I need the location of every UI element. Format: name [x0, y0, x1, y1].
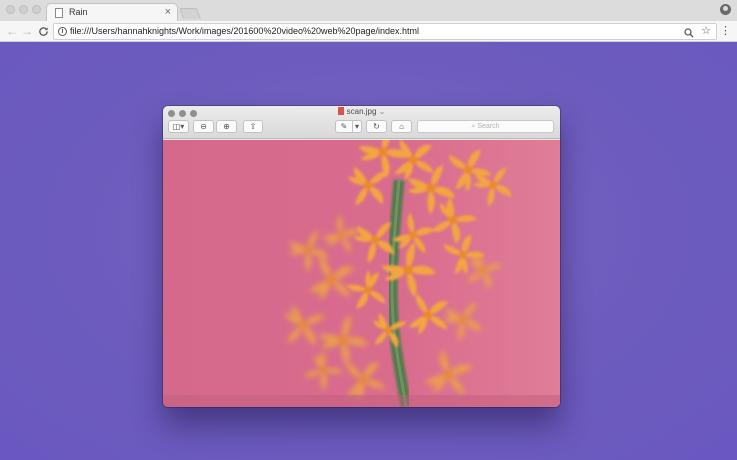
browser-menu-button[interactable]: ⋮ — [720, 24, 731, 38]
close-window-button[interactable] — [6, 5, 15, 14]
reload-icon — [38, 27, 48, 36]
chevron-down-icon: ⌄ — [378, 107, 386, 116]
zoom-out-button[interactable]: ⊖ — [193, 120, 214, 133]
info-icon[interactable]: i — [58, 27, 67, 36]
markup-menu-button[interactable]: ▾ — [352, 120, 362, 133]
preview-title[interactable]: scan.jpg ⌄ — [163, 107, 560, 116]
bookmark-star-icon[interactable]: ☆ — [701, 24, 711, 37]
share-button[interactable]: ⇧ — [243, 120, 263, 133]
rotate-button[interactable]: ↻ — [366, 120, 387, 133]
tab-strip: Rain × — [0, 0, 737, 21]
zoom-in-button[interactable]: ⊕ — [216, 120, 237, 133]
markup-button[interactable]: ✎ — [335, 120, 353, 133]
preview-window: scan.jpg ⌄ ◫▾ ⊖ ⊕ ⇧ ✎ ▾ ↻ ⌂ ⌕ Search — [163, 106, 560, 407]
tab-title: Rain — [69, 7, 88, 17]
tab-close-button[interactable]: × — [165, 5, 171, 19]
search-placeholder: Search — [477, 123, 500, 130]
image-file-icon — [337, 107, 344, 115]
address-bar[interactable]: i file:///Users/hannahknights/Work/image… — [53, 23, 717, 40]
orchid-image — [163, 140, 560, 407]
reload-button[interactable] — [35, 23, 51, 39]
toolbox-button[interactable]: ⌂ — [391, 120, 412, 133]
sidebar-toggle-button[interactable]: ◫▾ — [168, 120, 189, 133]
url-text[interactable]: file:///Users/hannahknights/Work/images/… — [70, 26, 419, 36]
orchid-photo — [163, 140, 560, 407]
zoom-window-button[interactable] — [32, 5, 41, 14]
browser-toolbar: ← → i file:///Users/hannahknights/Work/i… — [0, 21, 737, 42]
forward-button[interactable]: → — [19, 23, 35, 39]
preview-titlebar: scan.jpg ⌄ ◫▾ ⊖ ⊕ ⇧ ✎ ▾ ↻ ⌂ ⌕ Search — [163, 106, 560, 139]
preview-filename: scan.jpg — [346, 107, 377, 116]
back-button[interactable]: ← — [4, 23, 20, 39]
preview-search-field[interactable]: ⌕ Search — [417, 120, 554, 133]
page-background: scan.jpg ⌄ ◫▾ ⊖ ⊕ ⇧ ✎ ▾ ↻ ⌂ ⌕ Search — [0, 42, 737, 460]
minimize-window-button[interactable] — [19, 5, 28, 14]
zoom-icon[interactable] — [684, 25, 694, 41]
browser-tab[interactable]: Rain × — [46, 3, 178, 21]
document-icon — [55, 8, 63, 18]
profile-icon[interactable] — [720, 4, 731, 15]
new-tab-button[interactable] — [178, 8, 202, 19]
